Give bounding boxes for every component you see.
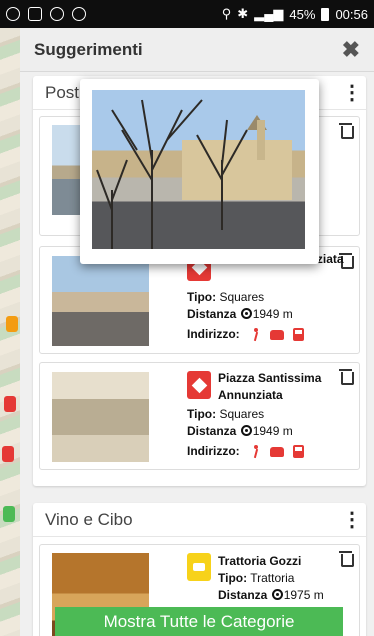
place-details: Tipo: Squares Distanza 1949 m Indirizzo: bbox=[187, 406, 305, 460]
place-name: Trattoria Gozzi bbox=[218, 554, 302, 568]
map-marker[interactable] bbox=[3, 506, 15, 522]
tree-illustration bbox=[96, 99, 292, 249]
more-menu-icon[interactable]: ⋮ bbox=[342, 510, 362, 530]
place-details: Tipo: Squares Distanza 1949 m Indirizzo: bbox=[187, 289, 305, 343]
close-icon[interactable]: ✖ bbox=[342, 38, 360, 61]
clock-icon bbox=[271, 589, 283, 600]
whatsapp-icon bbox=[6, 7, 20, 21]
list-item[interactable]: Piazza Santissima Annunziata Tipo: Squar… bbox=[39, 362, 360, 470]
section-title: Vino e Cibo bbox=[45, 509, 133, 529]
app-notification-icon bbox=[72, 7, 86, 21]
place-name: Piazza Santissima Annunziata bbox=[218, 371, 322, 402]
car-icon[interactable] bbox=[270, 330, 285, 341]
food-category-icon bbox=[187, 553, 211, 581]
clock-time: 00:56 bbox=[335, 6, 368, 22]
battery-icon bbox=[321, 7, 330, 21]
dialog-header: Suggerimenti ✖ bbox=[20, 28, 374, 72]
landmark-category-icon bbox=[187, 371, 211, 399]
dialog-title: Suggerimenti bbox=[34, 39, 143, 59]
map-marker[interactable] bbox=[6, 316, 18, 332]
wifi-icon bbox=[50, 7, 64, 21]
place-thumbnail[interactable] bbox=[52, 256, 149, 346]
place-type: Squares bbox=[219, 407, 265, 421]
show-all-categories-button[interactable]: Mostra Tutte le Categorie bbox=[55, 607, 343, 636]
place-distance: 1949 m bbox=[252, 424, 293, 438]
signal-icon: ▂▄▆ bbox=[254, 6, 284, 21]
section-title: Post bbox=[45, 82, 80, 102]
location-icon: ⚲ bbox=[221, 6, 232, 21]
battery-percent: 45% bbox=[289, 6, 316, 22]
background-map[interactable] bbox=[0, 28, 22, 636]
place-type: Squares bbox=[219, 290, 265, 304]
clock-icon bbox=[240, 425, 252, 436]
place-type: Trattoria bbox=[250, 571, 295, 585]
image-preview-popup[interactable] bbox=[80, 79, 319, 264]
clock-icon bbox=[240, 308, 252, 319]
bus-icon[interactable] bbox=[293, 328, 305, 342]
bus-icon[interactable] bbox=[293, 445, 305, 459]
place-details: Tipo: Trattoria Distanza 1975 m bbox=[218, 571, 324, 602]
preview-image[interactable] bbox=[92, 90, 305, 249]
trash-icon[interactable] bbox=[339, 123, 354, 139]
car-icon[interactable] bbox=[270, 447, 285, 458]
more-menu-icon[interactable]: ⋮ bbox=[342, 83, 362, 103]
map-marker[interactable] bbox=[4, 396, 16, 412]
status-icons-left bbox=[6, 7, 86, 21]
bluetooth-icon: ✱ bbox=[237, 6, 249, 21]
place-distance: 1975 m bbox=[283, 588, 324, 602]
map-marker[interactable] bbox=[2, 446, 14, 462]
status-bar: ⚲ ✱ ▂▄▆ 45% 00:56 bbox=[0, 0, 374, 28]
gallery-icon bbox=[28, 7, 42, 21]
section-header: Vino e Cibo ⋮ bbox=[33, 503, 366, 537]
status-icons-right: ⚲ ✱ ▂▄▆ 45% 00:56 bbox=[222, 6, 368, 22]
walk-icon[interactable] bbox=[251, 328, 261, 341]
place-distance: 1949 m bbox=[252, 307, 293, 321]
walk-icon[interactable] bbox=[251, 445, 261, 458]
place-thumbnail[interactable] bbox=[52, 372, 149, 462]
